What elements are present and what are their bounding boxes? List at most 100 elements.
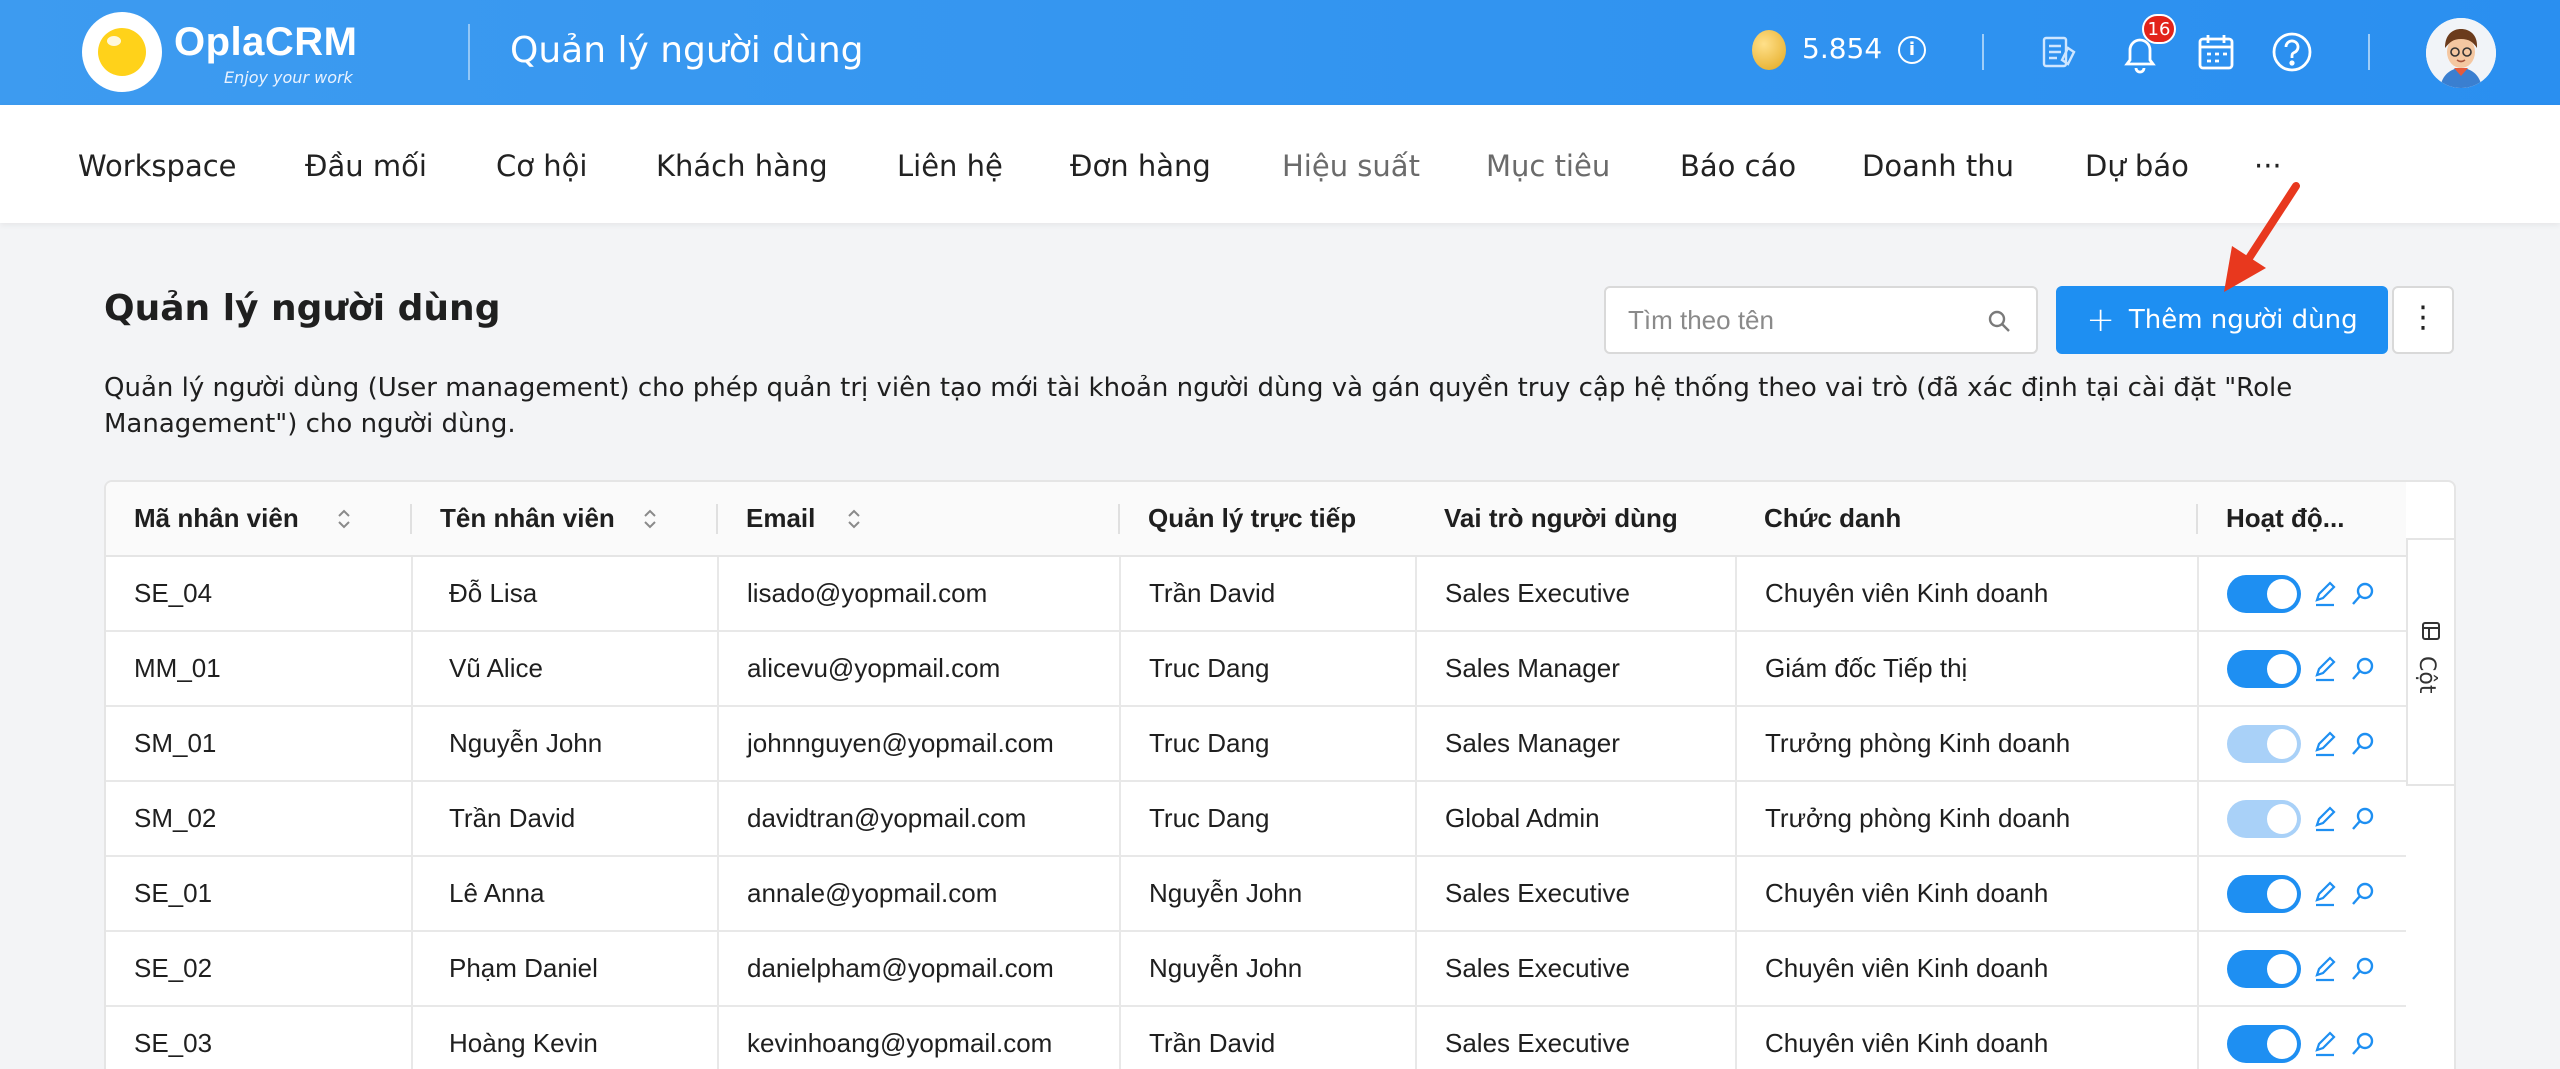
logo-text: OplaCRM (174, 20, 358, 64)
cell-direct-manager: Nguyễn John (1120, 856, 1417, 932)
table-row[interactable]: SM_01 Nguyễn John johnnguyen@yopmail.com… (106, 706, 2406, 782)
user-avatar[interactable] (2426, 18, 2496, 88)
cell-job-title: Chuyên viên Kinh doanh (1736, 931, 2199, 1007)
column-header-active[interactable]: Hoạt độ... (2198, 482, 2406, 557)
cell-email: kevinhoang@yopmail.com (718, 1006, 1121, 1069)
sort-icon[interactable] (336, 508, 352, 530)
columns-panel-toggle[interactable]: Cột (2406, 538, 2454, 786)
cell-email: danielpham@yopmail.com (718, 931, 1121, 1007)
cell-actions (2198, 556, 2406, 632)
search-box (1604, 286, 2038, 354)
active-toggle[interactable] (2227, 874, 2301, 913)
cell-direct-manager: Trần David (1120, 1006, 1417, 1069)
page-description: Quản lý người dùng (User management) cho… (104, 373, 2293, 439)
cell-employee-id: SE_02 (106, 931, 413, 1007)
plus-icon: + (2086, 300, 2115, 340)
edit-icon[interactable] (2311, 730, 2339, 758)
edit-icon[interactable] (2311, 655, 2339, 683)
table-row[interactable]: SE_04 Đỗ Lisa lisado@yopmail.com Trần Da… (106, 556, 2406, 632)
table-row[interactable]: SE_01 Lê Anna annale@yopmail.com Nguyễn … (106, 856, 2406, 932)
cell-actions (2198, 631, 2406, 707)
nav-item-leads[interactable]: Đầu mối (305, 149, 427, 183)
cell-employee-id: SE_03 (106, 1006, 413, 1069)
nav-item-goals[interactable]: Mục tiêu (1486, 149, 1610, 183)
cell-job-title: Trưởng phòng Kinh doanh (1736, 781, 2199, 857)
edit-icon[interactable] (2311, 880, 2339, 908)
sort-icon[interactable] (642, 508, 658, 530)
nav-item-performance[interactable]: Hiệu suất (1282, 149, 1420, 183)
view-details-icon[interactable] (2349, 805, 2377, 833)
red-arrow-annotation-icon (2224, 182, 2300, 292)
logo-tagline: Enjoy your work (224, 68, 353, 87)
users-table: Mã nhân viên Tên nhân viên Email Quản lý… (104, 480, 2456, 1069)
cell-job-title: Trưởng phòng Kinh doanh (1736, 706, 2199, 782)
column-header-user-role[interactable]: Vai trò người dùng (1416, 482, 1736, 557)
edit-icon[interactable] (2311, 1030, 2339, 1058)
nav-item-orders[interactable]: Đơn hàng (1070, 149, 1211, 183)
nav-item-reports[interactable]: Báo cáo (1680, 149, 1796, 183)
cell-actions (2198, 781, 2406, 857)
cell-job-title: Giám đốc Tiếp thị (1736, 631, 2199, 707)
view-details-icon[interactable] (2349, 955, 2377, 983)
header-separator (1982, 34, 1984, 70)
column-header-label: Email (746, 503, 816, 533)
view-details-icon[interactable] (2349, 1030, 2377, 1058)
coin-icon (1752, 30, 1786, 70)
nav-item-contacts[interactable]: Liên hệ (897, 149, 1003, 183)
header-title: Quản lý người dùng (510, 30, 864, 71)
edit-icon[interactable] (2311, 805, 2339, 833)
cell-employee-name: Hoàng Kevin (412, 1006, 719, 1069)
view-details-icon[interactable] (2349, 655, 2377, 683)
nav-item-customers[interactable]: Khách hàng (656, 149, 828, 183)
active-toggle[interactable] (2227, 949, 2301, 988)
nav-item-workspace[interactable]: Workspace (78, 149, 237, 183)
active-toggle[interactable] (2227, 649, 2301, 688)
nav-item-revenue[interactable]: Doanh thu (1862, 149, 2014, 183)
cell-user-role: Sales Executive (1416, 856, 1737, 932)
cell-job-title: Chuyên viên Kinh doanh (1736, 556, 2199, 632)
cell-job-title: Chuyên viên Kinh doanh (1736, 1006, 2199, 1069)
view-details-icon[interactable] (2349, 580, 2377, 608)
report-icon[interactable] (2036, 30, 2080, 74)
more-options-button[interactable]: ⋮ (2392, 286, 2454, 354)
edit-icon[interactable] (2311, 955, 2339, 983)
nav-item-opportunities[interactable]: Cơ hội (496, 149, 587, 183)
help-icon[interactable] (2270, 30, 2314, 74)
column-header-employee-name[interactable]: Tên nhân viên (412, 482, 718, 557)
cell-employee-id: SE_04 (106, 556, 413, 632)
app-logo[interactable]: OplaCRM Enjoy your work (82, 12, 372, 92)
cell-employee-id: SE_01 (106, 856, 413, 932)
table-row[interactable]: MM_01 Vũ Alice alicevu@yopmail.com Truc … (106, 631, 2406, 707)
column-header-email[interactable]: Email (718, 482, 1120, 557)
header-separator (2368, 34, 2370, 70)
active-toggle[interactable] (2227, 724, 2301, 763)
cell-employee-id: SM_01 (106, 706, 413, 782)
sort-icon[interactable] (846, 508, 862, 530)
active-toggle[interactable] (2227, 799, 2301, 838)
table-row[interactable]: SE_02 Phạm Daniel danielpham@yopmail.com… (106, 931, 2406, 1007)
calendar-icon[interactable] (2194, 30, 2238, 74)
search-icon[interactable] (1986, 308, 2012, 334)
search-input[interactable] (1628, 302, 1968, 338)
column-header-label: Chức danh (1764, 503, 1902, 533)
view-details-icon[interactable] (2349, 880, 2377, 908)
cell-email: annale@yopmail.com (718, 856, 1121, 932)
columns-icon (2422, 622, 2440, 640)
edit-icon[interactable] (2311, 580, 2339, 608)
column-header-employee-id[interactable]: Mã nhân viên (106, 482, 412, 557)
info-icon[interactable]: i (1898, 36, 1926, 64)
active-toggle[interactable] (2227, 574, 2301, 613)
column-header-label: Tên nhân viên (440, 503, 615, 533)
cell-direct-manager: Nguyễn John (1120, 931, 1417, 1007)
nav-item-forecast[interactable]: Dự báo (2085, 149, 2189, 183)
avatar-illustration-icon (2426, 18, 2496, 88)
page-title: Quản lý người dùng (104, 288, 501, 329)
view-details-icon[interactable] (2349, 730, 2377, 758)
table-row[interactable]: SE_03 Hoàng Kevin kevinhoang@yopmail.com… (106, 1006, 2406, 1069)
column-header-job-title[interactable]: Chức danh (1736, 482, 2198, 557)
column-header-direct-manager[interactable]: Quản lý trực tiếp (1120, 482, 1416, 557)
cell-employee-name: Nguyễn John (412, 706, 719, 782)
nav-more-menu[interactable]: ··· (2254, 149, 2282, 183)
active-toggle[interactable] (2227, 1024, 2301, 1063)
table-row[interactable]: SM_02 Trần David davidtran@yopmail.com T… (106, 781, 2406, 857)
